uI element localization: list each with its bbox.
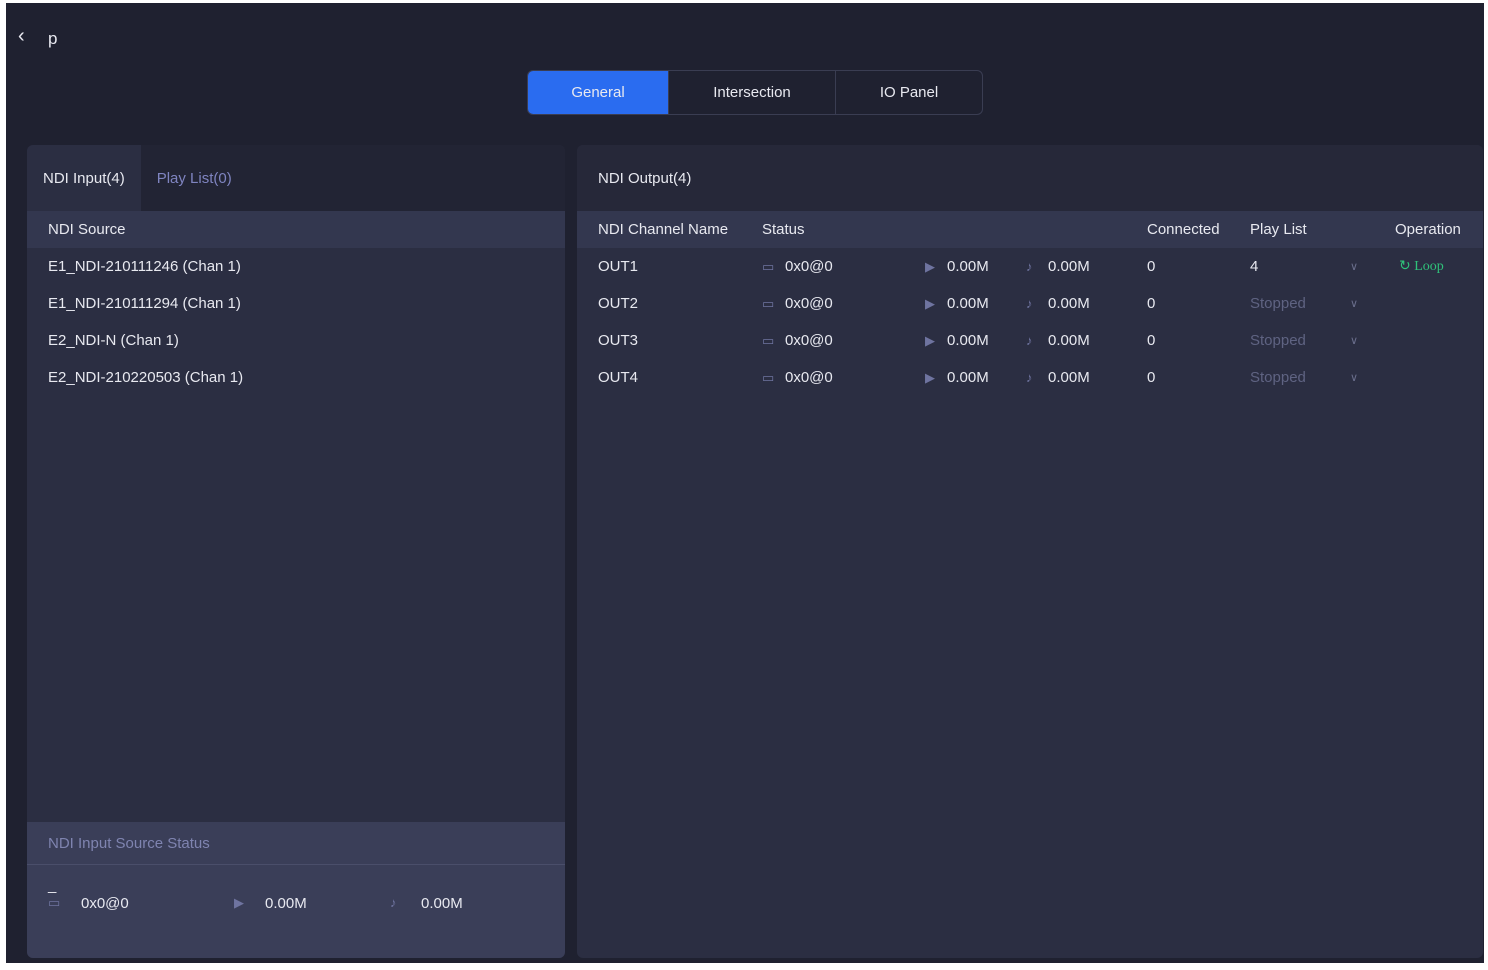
output-row[interactable]: OUT2 ▭ 0x0@0 ▶︎ 0.00M ♪ 0.00M 0 Stopped … xyxy=(577,285,1483,322)
tab-general[interactable]: General xyxy=(528,71,669,114)
audio-bitrate: 0.00M xyxy=(1048,369,1090,386)
playlist-select[interactable]: Stopped xyxy=(1250,295,1306,312)
ndi-source-item[interactable]: E1_NDI-210111246 (Chan 1) xyxy=(27,248,565,285)
audio-note-icon: ♪ xyxy=(1026,370,1033,385)
monitor-icon: ▭ xyxy=(762,295,775,311)
playlist-select[interactable]: Stopped xyxy=(1250,332,1306,349)
video-bitrate: 0.00M xyxy=(947,369,989,386)
monitor-icon: ▭ xyxy=(762,369,775,385)
video-play-icon: ▶︎ xyxy=(925,332,935,348)
connected-count: 0 xyxy=(1147,369,1156,386)
ndi-input-panel: NDI Input(4) Play List(0) NDI Source E1_… xyxy=(27,145,565,958)
loop-button[interactable]: ↻ Loop xyxy=(1399,258,1444,275)
monitor-icon: ▭ xyxy=(762,258,775,274)
output-table-header: NDI Channel Name Status Connected Play L… xyxy=(577,211,1483,248)
status-title: NDI Input Source Status xyxy=(27,822,565,865)
chevron-down-icon[interactable]: ∨ xyxy=(1350,260,1358,273)
app-window: ‹ p General Intersection IO Panel NDI In… xyxy=(6,3,1484,963)
tab-ndi-input[interactable]: NDI Input(4) xyxy=(27,145,141,211)
video-play-icon: ▶︎ xyxy=(925,258,935,274)
connected-count: 0 xyxy=(1147,258,1156,275)
tab-io-panel[interactable]: IO Panel xyxy=(836,71,982,114)
chevron-down-icon[interactable]: ∨ xyxy=(1350,334,1358,347)
col-name: NDI Channel Name xyxy=(598,221,729,238)
playlist-select[interactable]: 4 xyxy=(1250,258,1258,275)
output-row[interactable]: OUT1 ▭ 0x0@0 ▶︎ 0.00M ♪ 0.00M 0 4 ∨ ↻ Lo… xyxy=(577,248,1483,285)
resolution: 0x0@0 xyxy=(785,369,833,386)
status-audio-bitrate: 0.00M xyxy=(421,895,463,912)
audio-note-icon: ♪ xyxy=(1026,259,1033,274)
ndi-source-item[interactable]: E2_NDI-210220503 (Chan 1) xyxy=(27,359,565,396)
audio-bitrate: 0.00M xyxy=(1048,332,1090,349)
status-video-bitrate: 0.00M xyxy=(265,895,307,912)
main-tabs: General Intersection IO Panel xyxy=(527,70,983,115)
chevron-down-icon[interactable]: ∨ xyxy=(1350,371,1358,384)
resolution: 0x0@0 xyxy=(785,332,833,349)
monitor-icon: ▭ xyxy=(762,332,775,348)
back-chevron-left-icon[interactable]: ‹ xyxy=(18,25,25,48)
resolution: 0x0@0 xyxy=(785,258,833,275)
ndi-output-panel: NDI Output(4) NDI Channel Name Status Co… xyxy=(577,145,1483,958)
ndi-source-header: NDI Source xyxy=(27,211,565,248)
page-title: p xyxy=(48,29,58,48)
chevron-down-icon[interactable]: ∨ xyxy=(1350,297,1358,310)
col-connected: Connected xyxy=(1147,221,1220,238)
tab-play-list[interactable]: Play List(0) xyxy=(141,145,248,211)
audio-bitrate: 0.00M xyxy=(1048,258,1090,275)
output-row[interactable]: OUT4 ▭ 0x0@0 ▶︎ 0.00M ♪ 0.00M 0 Stopped … xyxy=(577,359,1483,396)
channel-name: OUT3 xyxy=(598,332,639,349)
video-play-icon: ▶︎ xyxy=(925,369,935,385)
output-row[interactable]: OUT3 ▭ 0x0@0 ▶︎ 0.00M ♪ 0.00M 0 Stopped … xyxy=(577,322,1483,359)
monitor-icon: ▭ xyxy=(48,895,61,910)
video-play-icon: ▶︎ xyxy=(234,895,244,910)
audio-bitrate: 0.00M xyxy=(1048,295,1090,312)
input-source-status: NDI Input Source Status _ ▭ 0x0@0 ▶︎ 0.0… xyxy=(27,822,565,958)
audio-note-icon: ♪ xyxy=(1026,333,1033,348)
audio-note-icon: ♪ xyxy=(390,895,397,910)
tab-intersection[interactable]: Intersection xyxy=(669,71,836,114)
connected-count: 0 xyxy=(1147,295,1156,312)
status-resolution: 0x0@0 xyxy=(81,895,129,912)
status-source-name: _ xyxy=(48,877,57,894)
ndi-source-item[interactable]: E1_NDI-210111294 (Chan 1) xyxy=(27,285,565,322)
channel-name: OUT1 xyxy=(598,258,639,275)
col-status: Status xyxy=(762,221,805,238)
resolution: 0x0@0 xyxy=(785,295,833,312)
playlist-select[interactable]: Stopped xyxy=(1250,369,1306,386)
audio-note-icon: ♪ xyxy=(1026,296,1033,311)
video-bitrate: 0.00M xyxy=(947,332,989,349)
video-bitrate: 0.00M xyxy=(947,258,989,275)
output-title: NDI Output(4) xyxy=(577,145,1483,211)
video-bitrate: 0.00M xyxy=(947,295,989,312)
connected-count: 0 xyxy=(1147,332,1156,349)
channel-name: OUT2 xyxy=(598,295,639,312)
col-playlist: Play List xyxy=(1250,221,1307,238)
channel-name: OUT4 xyxy=(598,369,639,386)
ndi-source-item[interactable]: E2_NDI-N (Chan 1) xyxy=(27,322,565,359)
video-play-icon: ▶︎ xyxy=(925,295,935,311)
loop-label: Loop xyxy=(1414,259,1444,274)
col-operation: Operation xyxy=(1395,221,1461,238)
